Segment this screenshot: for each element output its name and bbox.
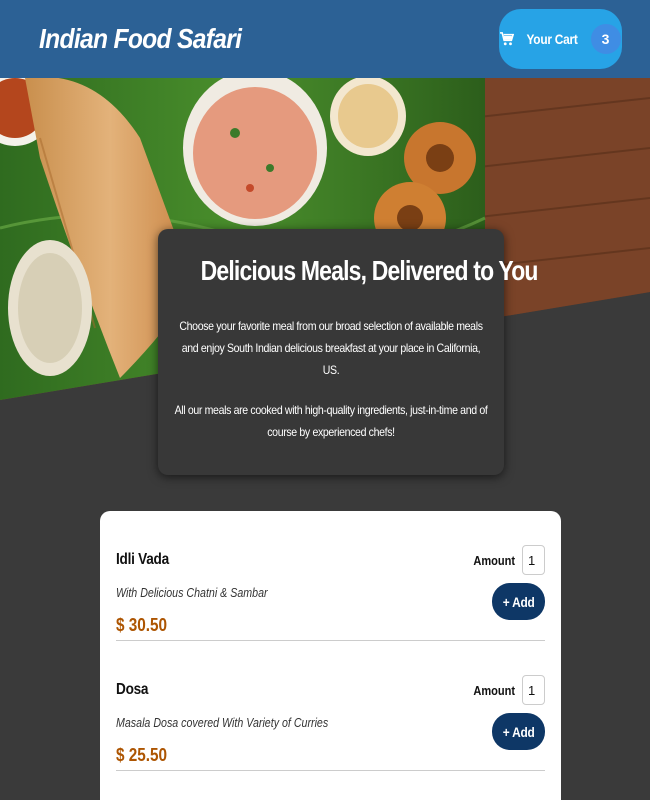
- cart-label: Your Cart: [526, 31, 579, 47]
- summary-card: Delicious Meals, Delivered to You Choose…: [158, 229, 539, 475]
- add-to-cart-button[interactable]: + Add: [492, 713, 545, 750]
- amount-label: Amount: [473, 553, 515, 568]
- meal-description: With Delicious Chatni & Sambar: [116, 585, 268, 600]
- meal-item: Idli Vada With Delicious Chatni & Sambar…: [116, 511, 545, 641]
- meal-form: Amount + Add: [473, 545, 545, 621]
- meal-item: Dosa Masala Dosa covered With Variety of…: [116, 641, 545, 771]
- cart-count-badge: 3: [590, 24, 621, 54]
- summary-paragraph-2: All our meals are cooked with high-quali…: [174, 403, 488, 439]
- meal-form: Amount + Add: [473, 675, 545, 751]
- amount-input[interactable]: [522, 545, 545, 575]
- cart-icon: [500, 32, 515, 46]
- meal-name: Dosa: [116, 681, 149, 698]
- add-button-label: + Add: [502, 593, 535, 610]
- meals-list: Idli Vada With Delicious Chatni & Sambar…: [100, 511, 561, 800]
- amount-label: Amount: [473, 683, 515, 698]
- meal-description: Masala Dosa covered With Variety of Curr…: [116, 715, 329, 730]
- add-to-cart-button[interactable]: + Add: [492, 583, 545, 620]
- app-header: Indian Food Safari Your Cart 3: [0, 0, 650, 78]
- app-title: Indian Food Safari: [39, 23, 242, 54]
- meal-name: Idli Vada: [116, 551, 169, 568]
- summary-heading: Delicious Meals, Delivered to You: [200, 255, 539, 286]
- meal-price: $ 25.50: [116, 745, 168, 765]
- add-button-label: + Add: [502, 723, 535, 740]
- meal-price: $ 30.50: [116, 615, 168, 635]
- summary-paragraph-1: Choose your favorite meal from our broad…: [179, 319, 483, 377]
- cart-button[interactable]: Your Cart 3: [499, 9, 622, 69]
- amount-input[interactable]: [522, 675, 545, 705]
